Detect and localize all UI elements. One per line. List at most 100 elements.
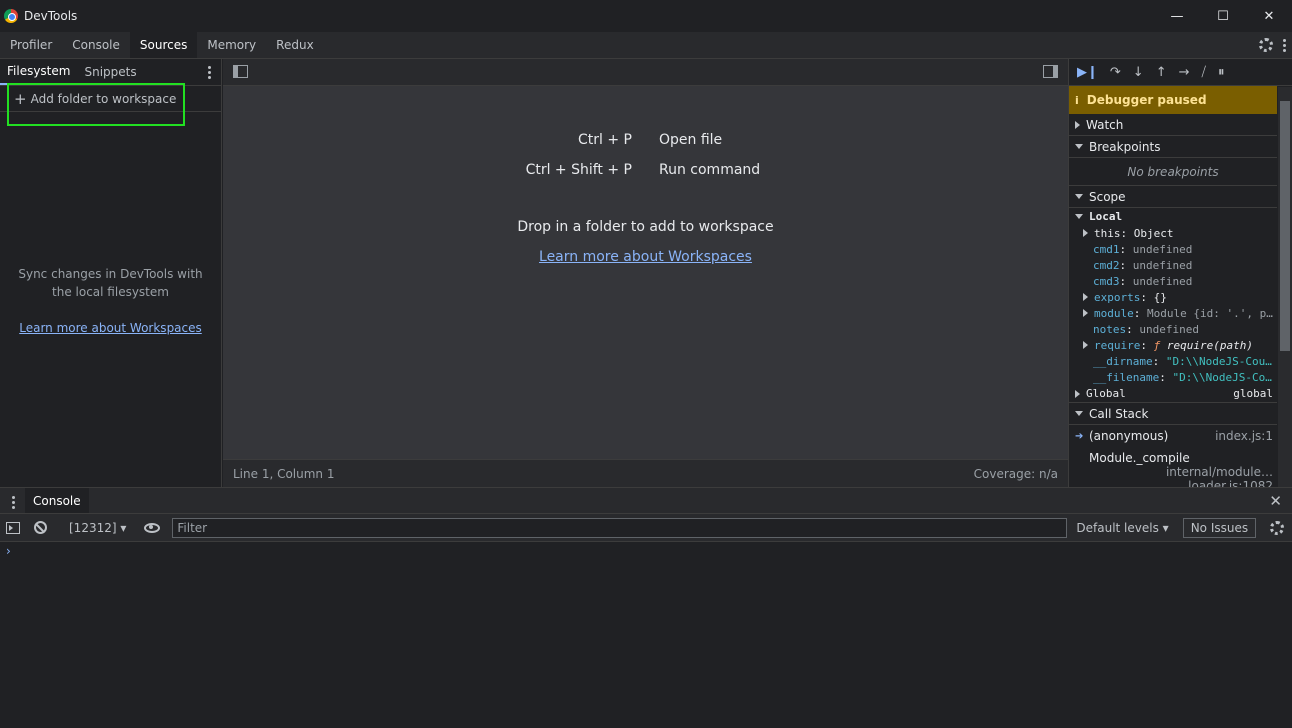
expand-icon (1075, 389, 1080, 398)
collapse-icon (1075, 194, 1083, 199)
scope-item[interactable]: module: Module {id: '.', p… (1069, 305, 1277, 321)
scope-item[interactable]: __filename: "D:\\NodeJS-Co… (1069, 369, 1277, 385)
expand-icon (1083, 309, 1088, 317)
live-expression-eye-icon[interactable] (144, 522, 161, 533)
tab-profiler[interactable]: Profiler (0, 32, 62, 58)
scrollbar-thumb[interactable] (1280, 101, 1290, 351)
call-frame[interactable]: Module._compile internal/module…loader.j… (1069, 447, 1277, 487)
tab-snippets[interactable]: Snippets (77, 59, 143, 85)
tab-filesystem[interactable]: Filesystem (0, 59, 78, 85)
breakpoints-label: Breakpoints (1089, 139, 1161, 154)
resume-icon[interactable]: ▶❙ (1077, 65, 1098, 80)
watch-section-header[interactable]: Watch (1069, 114, 1277, 136)
debugger-sidebar: ▶❙ ↷ ↓ ↑ → ⧸ ⏸ i Debugger paused Watch B… (1068, 59, 1292, 487)
paused-label: Debugger paused (1086, 93, 1207, 107)
scope-item[interactable]: exports: {} (1069, 289, 1277, 305)
scope-item[interactable]: cmd1: undefined (1069, 241, 1277, 257)
tab-console[interactable]: Console (62, 32, 130, 58)
tab-redux[interactable]: Redux (266, 32, 324, 58)
toggle-navigator-icon[interactable] (233, 65, 248, 78)
toggle-debugger-icon[interactable] (1043, 65, 1058, 78)
watch-label: Watch (1086, 117, 1124, 132)
title-bar: DevTools — ☐ ✕ (0, 0, 1292, 32)
drawer-more-icon[interactable] (12, 496, 15, 513)
scope-item-value: "D:\\NodeJS-Co… (1172, 370, 1272, 384)
tab-memory[interactable]: Memory (197, 32, 266, 58)
current-frame-arrow-icon: ➔ (1075, 430, 1084, 442)
issues-button[interactable]: No Issues (1182, 517, 1257, 538)
cursor-position: Line 1, Column 1 (233, 466, 335, 481)
window-title: DevTools (24, 9, 78, 23)
shortcut-key: Ctrl + P (578, 132, 632, 148)
step-icon[interactable]: → (1179, 65, 1190, 80)
scope-item-value: require(path) (1166, 338, 1253, 352)
close-drawer-icon[interactable]: ✕ (1269, 492, 1282, 510)
call-frame[interactable]: ➔ (anonymous) index.js:1 (1069, 425, 1277, 447)
scope-item-value: undefined (1132, 274, 1193, 288)
step-over-icon[interactable]: ↷ (1110, 65, 1121, 80)
scope-item-value: undefined (1132, 242, 1193, 256)
scope-item[interactable]: __dirname: "D:\\NodeJS-Cou… (1069, 353, 1277, 369)
navigator-learn-more-link[interactable]: Learn more about Workspaces (0, 321, 221, 335)
navigator-tabs: Filesystem Snippets (0, 59, 221, 86)
shortcut-action: Open file (659, 132, 723, 148)
shortcut-action: Run command (659, 162, 761, 178)
scope-item-name: cmd3 (1093, 274, 1120, 288)
scope-item[interactable]: this: Object (1069, 225, 1277, 241)
debugger-scrollbar[interactable] (1278, 87, 1292, 487)
settings-gear-icon[interactable] (1259, 38, 1273, 52)
scope-tree: Local this: Object cmd1: undefined cmd2:… (1069, 208, 1277, 403)
expand-icon (1083, 341, 1088, 349)
context-selector[interactable]: [12312] ▾ (69, 521, 126, 535)
clear-console-icon[interactable] (34, 521, 47, 534)
scope-global[interactable]: Global global (1069, 385, 1277, 403)
log-levels-dropdown[interactable]: Default levels ▾ (1076, 521, 1168, 535)
console-settings-gear-icon[interactable] (1270, 521, 1284, 535)
editor-placeholder: Ctrl + P Open file Ctrl + Shift + P Run … (223, 86, 1068, 459)
tab-sources[interactable]: Sources (129, 32, 198, 58)
call-frame-name: (anonymous) (1089, 429, 1169, 443)
deactivate-breakpoints-icon[interactable]: ⧸ (1202, 65, 1206, 80)
more-options-icon[interactable] (1283, 38, 1286, 52)
collapse-icon (1075, 144, 1083, 149)
call-stack-section-header[interactable]: Call Stack (1069, 403, 1277, 425)
console-output[interactable]: › (0, 542, 1292, 728)
scope-local[interactable]: Local (1069, 208, 1277, 225)
scope-item-name: __filename (1093, 370, 1160, 384)
scope-item-name: this (1094, 226, 1121, 240)
scope-item-name: exports (1094, 290, 1141, 304)
drawer-tab-console[interactable]: Console (25, 488, 89, 513)
scope-item[interactable]: require: ƒ require(path) (1069, 337, 1277, 353)
scope-item[interactable]: cmd3: undefined (1069, 273, 1277, 289)
pause-on-exceptions-icon[interactable]: ⏸ (1218, 65, 1225, 80)
console-filter-input[interactable] (172, 517, 1068, 538)
debugger-paused-banner: i Debugger paused (1069, 86, 1277, 114)
info-icon: i (1075, 93, 1079, 107)
log-levels-label: Default levels (1076, 520, 1159, 535)
scope-label: Scope (1089, 189, 1126, 204)
navigator-more-icon[interactable] (208, 66, 211, 79)
drop-folder-text: Drop in a folder to add to workspace (517, 219, 774, 235)
scope-item[interactable]: notes: undefined (1069, 321, 1277, 337)
maximize-button[interactable]: ☐ (1200, 0, 1246, 32)
minimize-button[interactable]: — (1154, 0, 1200, 32)
editor-status-bar: Line 1, Column 1 Coverage: n/a (223, 459, 1068, 487)
window-controls: — ☐ ✕ (1154, 0, 1292, 32)
console-sidebar-icon[interactable] (6, 521, 20, 534)
step-into-icon[interactable]: ↓ (1133, 65, 1144, 80)
step-out-icon[interactable]: ↑ (1156, 65, 1167, 80)
scope-item[interactable]: cmd2: undefined (1069, 257, 1277, 273)
scope-item-name: notes (1093, 322, 1127, 336)
scope-section-header[interactable]: Scope (1069, 186, 1277, 208)
editor-pane: Ctrl + P Open file Ctrl + Shift + P Run … (223, 59, 1068, 487)
editor-learn-more-link[interactable]: Learn more about Workspaces (223, 249, 1068, 265)
global-value: global (1233, 387, 1273, 400)
coverage-status[interactable]: Coverage: n/a (974, 467, 1058, 481)
call-frame-location[interactable]: index.js:1 (1215, 429, 1277, 443)
breakpoints-section-header[interactable]: Breakpoints (1069, 136, 1277, 158)
scope-item-value: {} (1153, 290, 1167, 304)
call-frame-location[interactable]: internal/module…loader.js:1082 (1089, 465, 1277, 487)
close-window-button[interactable]: ✕ (1246, 0, 1292, 32)
console-prompt[interactable]: › (6, 544, 11, 558)
scope-item-name: cmd2 (1093, 258, 1120, 272)
